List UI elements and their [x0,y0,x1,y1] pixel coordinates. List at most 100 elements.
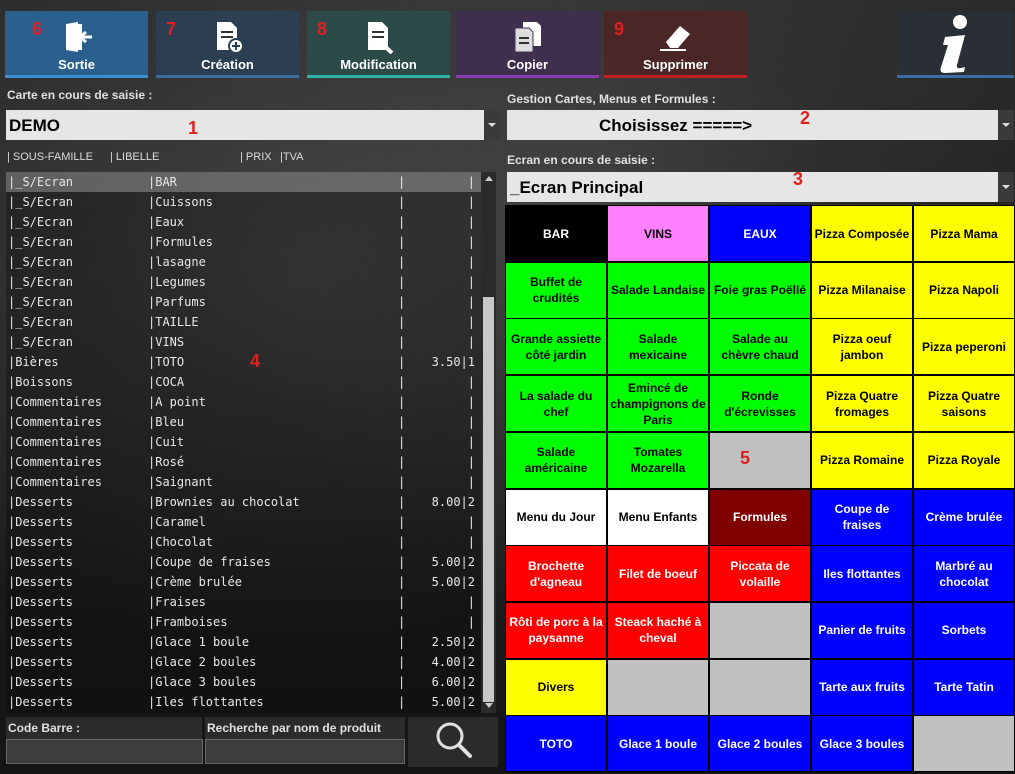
list-row[interactable]: |Desserts |Brownies au chocolat | 8.00|2 [6,492,481,512]
list-row[interactable]: |Desserts |Fraises | | [6,592,481,612]
grid-empty-slot[interactable] [608,659,708,715]
list-row[interactable]: |_S/Ecran |lasagne | | [6,252,481,272]
toolbar-button-supprimer[interactable]: 9 Supprimer [604,11,747,78]
list-scrollbar[interactable] [481,172,496,713]
grid-button[interactable]: Coupe de fraises [812,489,912,545]
product-list[interactable]: |_S/Ecran |BAR | | |_S/Ecran |Cuissons | | |_S/E… [6,172,481,713]
grid-button[interactable]: Pizza Royale [914,432,1014,488]
grid-button[interactable]: Tarte Tatin [914,659,1014,715]
list-row[interactable]: |Desserts |Chocolat | | [6,532,481,552]
grid-button[interactable]: Menu Enfants [608,489,708,545]
list-row[interactable]: |_S/Ecran |Formules | | [6,232,481,252]
list-row[interactable]: |Desserts |Glace 1 boule | 2.50|2 [6,632,481,652]
list-row[interactable]: |Commentaires |Rosé | | [6,452,481,472]
list-row[interactable]: |Desserts |Glace 2 boules | 4.00|2 [6,652,481,672]
chevron-down-icon[interactable] [998,172,1014,202]
list-row[interactable]: |Commentaires |Saignant | | [6,472,481,492]
grid-button[interactable]: Filet de boeuf [608,546,708,602]
grid-button[interactable]: EAUX [710,206,810,261]
grid-button[interactable]: Glace 3 boules [812,716,912,772]
grid-empty-slot[interactable] [710,659,810,715]
grid-button[interactable]: Salade mexicaine [608,319,708,375]
grid-button[interactable]: La salade du chef [506,376,606,432]
grid-empty-slot[interactable] [710,432,810,488]
grid-button[interactable]: Buffet de crudités [506,262,606,318]
grid-button[interactable]: Brochette d'agneau [506,546,606,602]
grid-button[interactable]: Steack haché à cheval [608,602,708,658]
list-row[interactable]: |Bières |TOTO | 3.50|1 [6,352,481,372]
list-row[interactable]: |Desserts |Crème brulée | 5.00|2 [6,572,481,592]
grid-empty-slot[interactable] [710,602,810,658]
grid-button[interactable]: Divers [506,659,606,715]
list-row[interactable]: |_S/Ecran |Eaux | | [6,212,481,232]
list-row[interactable]: |_S/Ecran |TAILLE | | [6,312,481,332]
chevron-down-icon[interactable] [998,110,1014,140]
grid-button[interactable]: Salade au chèvre chaud [710,319,810,375]
list-row[interactable]: |_S/Ecran |Cuissons | | [6,192,481,212]
info-button[interactable] [897,11,1014,78]
search-name-input[interactable] [205,739,405,764]
grid-button[interactable]: Ronde d'écrevisses [710,376,810,432]
search-icon [436,722,472,758]
toolbar-button-modification[interactable]: 8 Modification [307,11,450,78]
grid-button[interactable]: Emincé de champignons de Paris [608,376,708,432]
toolbar-button-copier[interactable]: Copier [456,11,599,78]
grid-button[interactable]: Glace 2 boules [710,716,810,772]
grid-button[interactable]: Grande assiette côté jardin [506,319,606,375]
search-button[interactable] [408,717,498,767]
grid-button[interactable]: VINS [608,206,708,261]
scroll-up-icon[interactable] [481,172,496,186]
row-sous-famille: |Desserts [8,515,74,529]
grid-button[interactable]: Salade Landaise [608,262,708,318]
grid-button[interactable]: Menu du Jour [506,489,606,545]
list-row[interactable]: |Desserts |Framboises | | [6,612,481,632]
list-row[interactable]: |Desserts |Glace 3 boules | 6.00|2 [6,672,481,692]
list-row[interactable]: |Boissons |COCA | | [6,372,481,392]
list-row[interactable]: |_S/Ecran |VINS | | [6,332,481,352]
list-row[interactable]: |Desserts |Iles flottantes | 5.00|2 [6,692,481,712]
grid-button[interactable]: Pizza Composée [812,206,912,261]
list-row[interactable]: |Desserts |Caramel | | [6,512,481,532]
carte-select[interactable]: DEMO [6,110,500,140]
grid-button[interactable]: Pizza Milanaise [812,262,912,318]
list-row[interactable]: |_S/Ecran |Legumes | | [6,272,481,292]
code-barre-input[interactable] [6,739,203,764]
marker-2: 2 [800,108,811,128]
grid-button[interactable]: Pizza Napoli [914,262,1014,318]
grid-button[interactable]: Formules [710,489,810,545]
grid-button[interactable]: Pizza Romaine [812,432,912,488]
grid-button[interactable]: Panier de fruits [812,602,912,658]
grid-button[interactable]: Foie gras Poëllé [710,262,810,318]
grid-button[interactable]: Pizza peperoni [914,319,1014,375]
grid-button[interactable]: Marbré au chocolat [914,546,1014,602]
ecran-select[interactable]: _Ecran Principal [507,172,1014,202]
list-row[interactable]: |Desserts |Coupe de fraises | 5.00|2 [6,552,481,572]
grid-button[interactable]: Pizza Quatre saisons [914,376,1014,432]
grid-button[interactable]: Glace 1 boule [608,716,708,772]
grid-button[interactable]: Tomates Mozarella [608,432,708,488]
grid-button[interactable]: Rôti de porc à la paysanne [506,602,606,658]
grid-button[interactable]: Pizza Quatre fromages [812,376,912,432]
scroll-down-icon[interactable] [481,699,496,713]
list-row[interactable]: |Commentaires |Cuit | | [6,432,481,452]
grid-button[interactable]: Tarte aux fruits [812,659,912,715]
grid-button[interactable]: BAR [506,206,606,261]
toolbar-button-sortie[interactable]: 6 Sortie [5,11,148,78]
grid-empty-slot[interactable] [914,716,1014,772]
chevron-down-icon[interactable] [484,110,500,140]
list-row[interactable]: |Commentaires |A point | | [6,392,481,412]
grid-button[interactable]: Pizza oeuf jambon [812,319,912,375]
grid-button[interactable]: Pizza Mama [914,206,1014,261]
gestion-select[interactable]: Choisissez =====> [507,110,1014,140]
list-row[interactable]: |_S/Ecran |Parfums | | [6,292,481,312]
scroll-thumb[interactable] [483,297,494,702]
grid-button[interactable]: Salade américaine [506,432,606,488]
grid-button[interactable]: Piccata de volaille [710,546,810,602]
grid-button[interactable]: Sorbets [914,602,1014,658]
grid-button[interactable]: TOTO [506,716,606,772]
list-row[interactable]: |_S/Ecran |BAR | | [6,172,481,192]
toolbar-button-cration[interactable]: 7 Création [156,11,299,78]
grid-button[interactable]: Crème brulée [914,489,1014,545]
list-row[interactable]: |Commentaires |Bleu | | [6,412,481,432]
grid-button[interactable]: Iles flottantes [812,546,912,602]
